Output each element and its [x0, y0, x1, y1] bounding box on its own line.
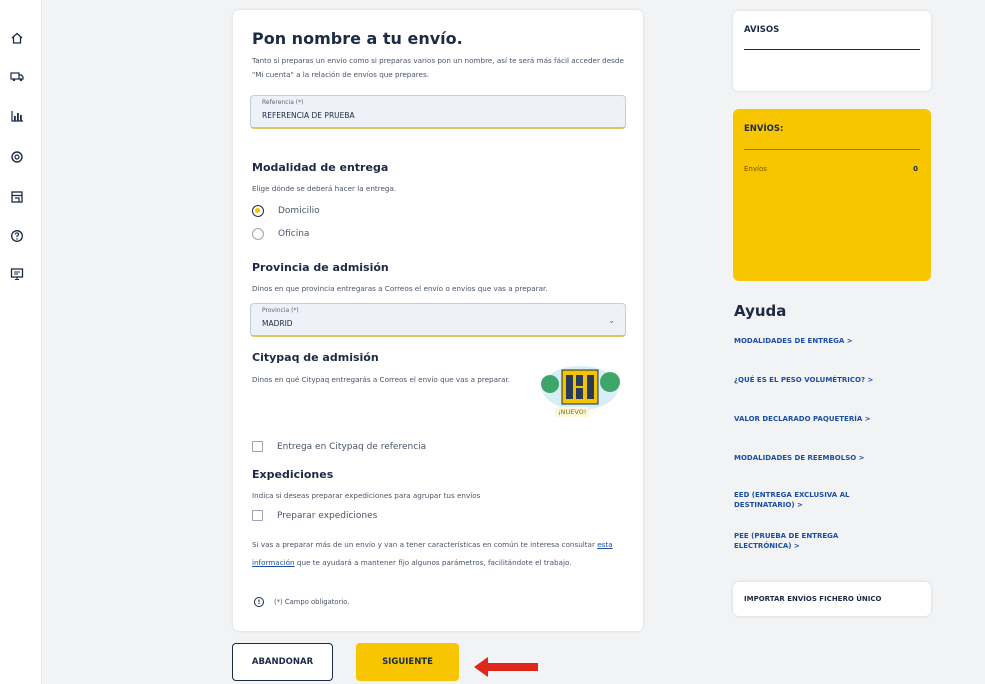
radio-oficina[interactable]: Oficina [252, 228, 309, 240]
envios-card: ENVÍOS: Envíos 0 [733, 109, 931, 281]
radio-oficina-label: Oficina [278, 229, 310, 239]
red-arrow-icon [474, 657, 538, 677]
left-sidebar [0, 0, 42, 684]
expediciones-note-text: Si vas a preparar más de un envío y van … [252, 540, 598, 549]
reference-field[interactable]: Referencia (*) REFERENCIA DE PRUEBA [250, 95, 626, 129]
ayuda-link-modalidades-entrega[interactable]: MODALIDADES DE ENTREGA > [734, 336, 914, 346]
citypaq-title: Citypaq de admisión [252, 351, 379, 364]
info-icon: ! [254, 597, 264, 607]
envios-divider [744, 149, 920, 150]
delivery-title: Modalidad de entrega [252, 161, 389, 174]
avisos-title: AVISOS [744, 25, 780, 35]
shipment-form-card: Pon nombre a tu envío. Tanto si preparas… [233, 10, 643, 631]
envios-count: 0 [913, 165, 918, 173]
envios-row-label: Envíos [744, 165, 767, 173]
citypaq-checkbox-label: Entrega en Citypaq de referencia [277, 441, 427, 452]
radio-domicilio-label: Domicilio [278, 206, 320, 216]
province-value: MADRID [262, 319, 293, 328]
province-label: Provincia (*) [262, 307, 299, 314]
expediciones-checkbox-label: Preparar expediciones [277, 510, 378, 521]
reference-label: Referencia (*) [262, 99, 304, 106]
siguiente-button[interactable]: SIGUIENTE [356, 643, 459, 681]
ayuda-link-peso-volumetrico[interactable]: ¿QUÉ ES EL PESO VOLUMÉTRICO? > [734, 375, 914, 385]
expediciones-title: Expediciones [252, 468, 334, 481]
store-icon[interactable] [8, 188, 26, 206]
bar-chart-icon[interactable] [8, 107, 26, 125]
citypaq-checkbox[interactable]: Entrega en Citypaq de referencia [252, 441, 426, 452]
citypaq-checkbox-box[interactable] [252, 441, 263, 452]
required-note: ! (*) Campo obligatorio. [254, 597, 349, 607]
abandonar-button[interactable]: ABANDONAR [232, 643, 333, 681]
home-icon[interactable] [8, 29, 26, 47]
form-intro: Tanto si preparas un envío como si prepa… [252, 56, 624, 79]
reference-value[interactable]: REFERENCIA DE PRUEBA [262, 111, 355, 120]
expediciones-note-text-end: que te ayudará a mantener fijo algunos p… [294, 558, 572, 567]
chevron-down-icon[interactable]: ⌄ [608, 316, 615, 325]
monitor-icon[interactable] [8, 265, 26, 283]
help-icon[interactable] [8, 227, 26, 245]
radio-domicilio-circle[interactable] [252, 205, 264, 217]
ayuda-link-modalidades-reembolso[interactable]: MODALIDADES DE REEMBOLSO > [734, 453, 914, 463]
expediciones-checkbox[interactable]: Preparar expediciones [252, 510, 377, 521]
province-description: Dinos en que provincia entregaras a Corr… [252, 284, 548, 293]
expediciones-note: Si vas a preparar más de un envío y van … [252, 536, 622, 572]
envios-title: ENVÍOS: [744, 124, 784, 134]
delivery-description: Elige dónde se deberá hacer la entrega. [252, 184, 397, 193]
province-select[interactable]: Provincia (*) MADRID ⌄ [250, 303, 626, 337]
new-badge: ¡NUEVO! [555, 407, 590, 417]
avisos-card: AVISOS [733, 11, 931, 91]
expediciones-description: Indica si deseas preparar expediciones p… [252, 491, 481, 500]
ayuda-link-eed[interactable]: EED (ENTREGA EXCLUSIVA AL DESTINATARIO) … [734, 490, 884, 510]
citypaq-locker-illustration [541, 366, 620, 410]
settings-icon[interactable] [8, 148, 26, 166]
required-note-text: (*) Campo obligatorio. [274, 598, 350, 606]
radio-domicilio[interactable]: Domicilio [252, 205, 320, 217]
form-title: Pon nombre a tu envío. [252, 29, 463, 48]
truck-icon[interactable] [8, 67, 26, 85]
expediciones-checkbox-box[interactable] [252, 510, 263, 521]
importar-envios-button[interactable]: IMPORTAR ENVÍOS FICHERO ÚNICO [733, 582, 931, 616]
avisos-divider [744, 49, 920, 50]
radio-oficina-circle[interactable] [252, 228, 264, 240]
ayuda-link-pee[interactable]: PEE (PRUEBA DE ENTREGA ELECTRÓNICA) > [734, 531, 874, 551]
citypaq-description: Dinos en qué Citypaq entregarás a Correo… [252, 375, 510, 384]
ayuda-link-valor-declarado[interactable]: VALOR DECLARADO PAQUETERÍA > [734, 414, 914, 424]
ayuda-title: Ayuda [734, 302, 787, 320]
province-title: Provincia de admisión [252, 261, 389, 274]
